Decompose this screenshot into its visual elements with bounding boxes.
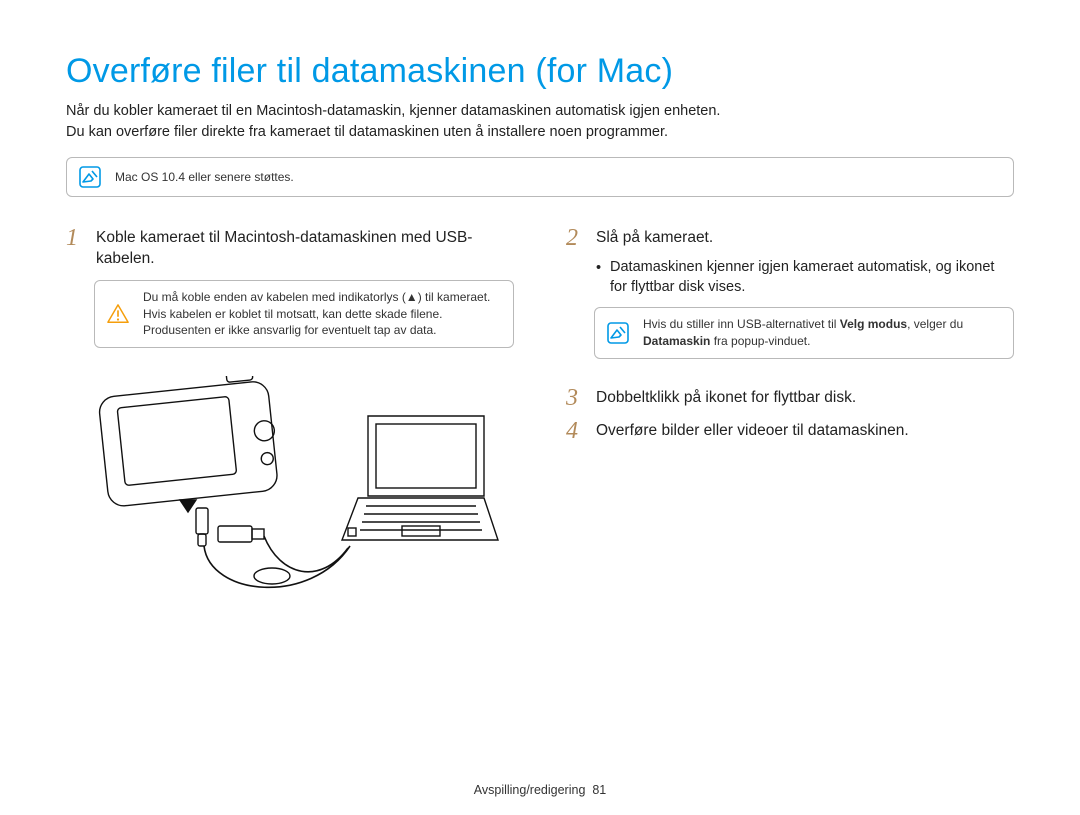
- usb-notice-text: Hvis du stiller inn USB-alternativet til…: [643, 316, 1001, 350]
- usb-notice-box: Hvis du stiller inn USB-alternativet til…: [594, 307, 1014, 359]
- step-1: 1 Koble kameraet til Macintosh-datamaski…: [66, 225, 514, 270]
- step-4: 4 Overføre bilder eller videoer til data…: [566, 418, 1014, 443]
- page-footer: Avspilling/redigering 81: [0, 783, 1080, 797]
- left-column: 1 Koble kameraet til Macintosh-datamaski…: [66, 225, 514, 606]
- intro-line-1: Når du kobler kameraet til en Macintosh-…: [66, 101, 1014, 122]
- top-notice-text: Mac OS 10.4 eller senere støttes.: [115, 169, 294, 186]
- usb-notice-post: fra popup-vinduet.: [710, 334, 810, 348]
- note-icon: [607, 322, 629, 344]
- usb-notice-mid: , velger du: [907, 317, 963, 331]
- usb-notice-bold-2: Datamaskin: [643, 334, 710, 348]
- warning-text: Du må koble enden av kabelen med indikat…: [143, 289, 501, 339]
- content-columns: 1 Koble kameraet til Macintosh-datamaski…: [66, 225, 1014, 606]
- step-4-number: 4: [566, 418, 586, 443]
- warning-box: Du må koble enden av kabelen med indikat…: [94, 280, 514, 348]
- step-2-bullet: • Datamaskinen kjenner igjen kameraet au…: [596, 258, 1014, 297]
- connection-illustration: [66, 376, 514, 606]
- top-notice-box: Mac OS 10.4 eller senere støttes.: [66, 157, 1014, 197]
- step-2-bullet-text: Datamaskinen kjenner igjen kameraet auto…: [610, 258, 1014, 297]
- step-3: 3 Dobbeltklikk på ikonet for flyttbar di…: [566, 385, 1014, 410]
- step-3-text: Dobbeltklikk på ikonet for flyttbar disk…: [596, 385, 856, 410]
- footer-section-label: Avspilling/redigering: [474, 783, 586, 797]
- intro-block: Når du kobler kameraet til en Macintosh-…: [66, 101, 1014, 143]
- note-icon: [79, 166, 101, 188]
- step-2-text: Slå på kameraet.: [596, 225, 713, 250]
- usb-notice-pre: Hvis du stiller inn USB-alternativet til: [643, 317, 840, 331]
- step-2: 2 Slå på kameraet.: [566, 225, 1014, 250]
- warning-icon: [107, 303, 129, 325]
- page-title: Overføre filer til datamaskinen (for Mac…: [66, 52, 1014, 91]
- bullet-dot-icon: •: [596, 258, 604, 297]
- intro-line-2: Du kan overføre filer direkte fra kamera…: [66, 122, 1014, 143]
- step-1-number: 1: [66, 225, 86, 270]
- footer-page-number: 81: [592, 783, 606, 797]
- step-3-number: 3: [566, 385, 586, 410]
- step-4-text: Overføre bilder eller videoer til datama…: [596, 418, 909, 443]
- step-1-text: Koble kameraet til Macintosh-datamaskine…: [96, 225, 514, 270]
- usb-notice-bold-1: Velg modus: [840, 317, 907, 331]
- step-2-number: 2: [566, 225, 586, 250]
- right-column: 2 Slå på kameraet. • Datamaskinen kjenne…: [566, 225, 1014, 606]
